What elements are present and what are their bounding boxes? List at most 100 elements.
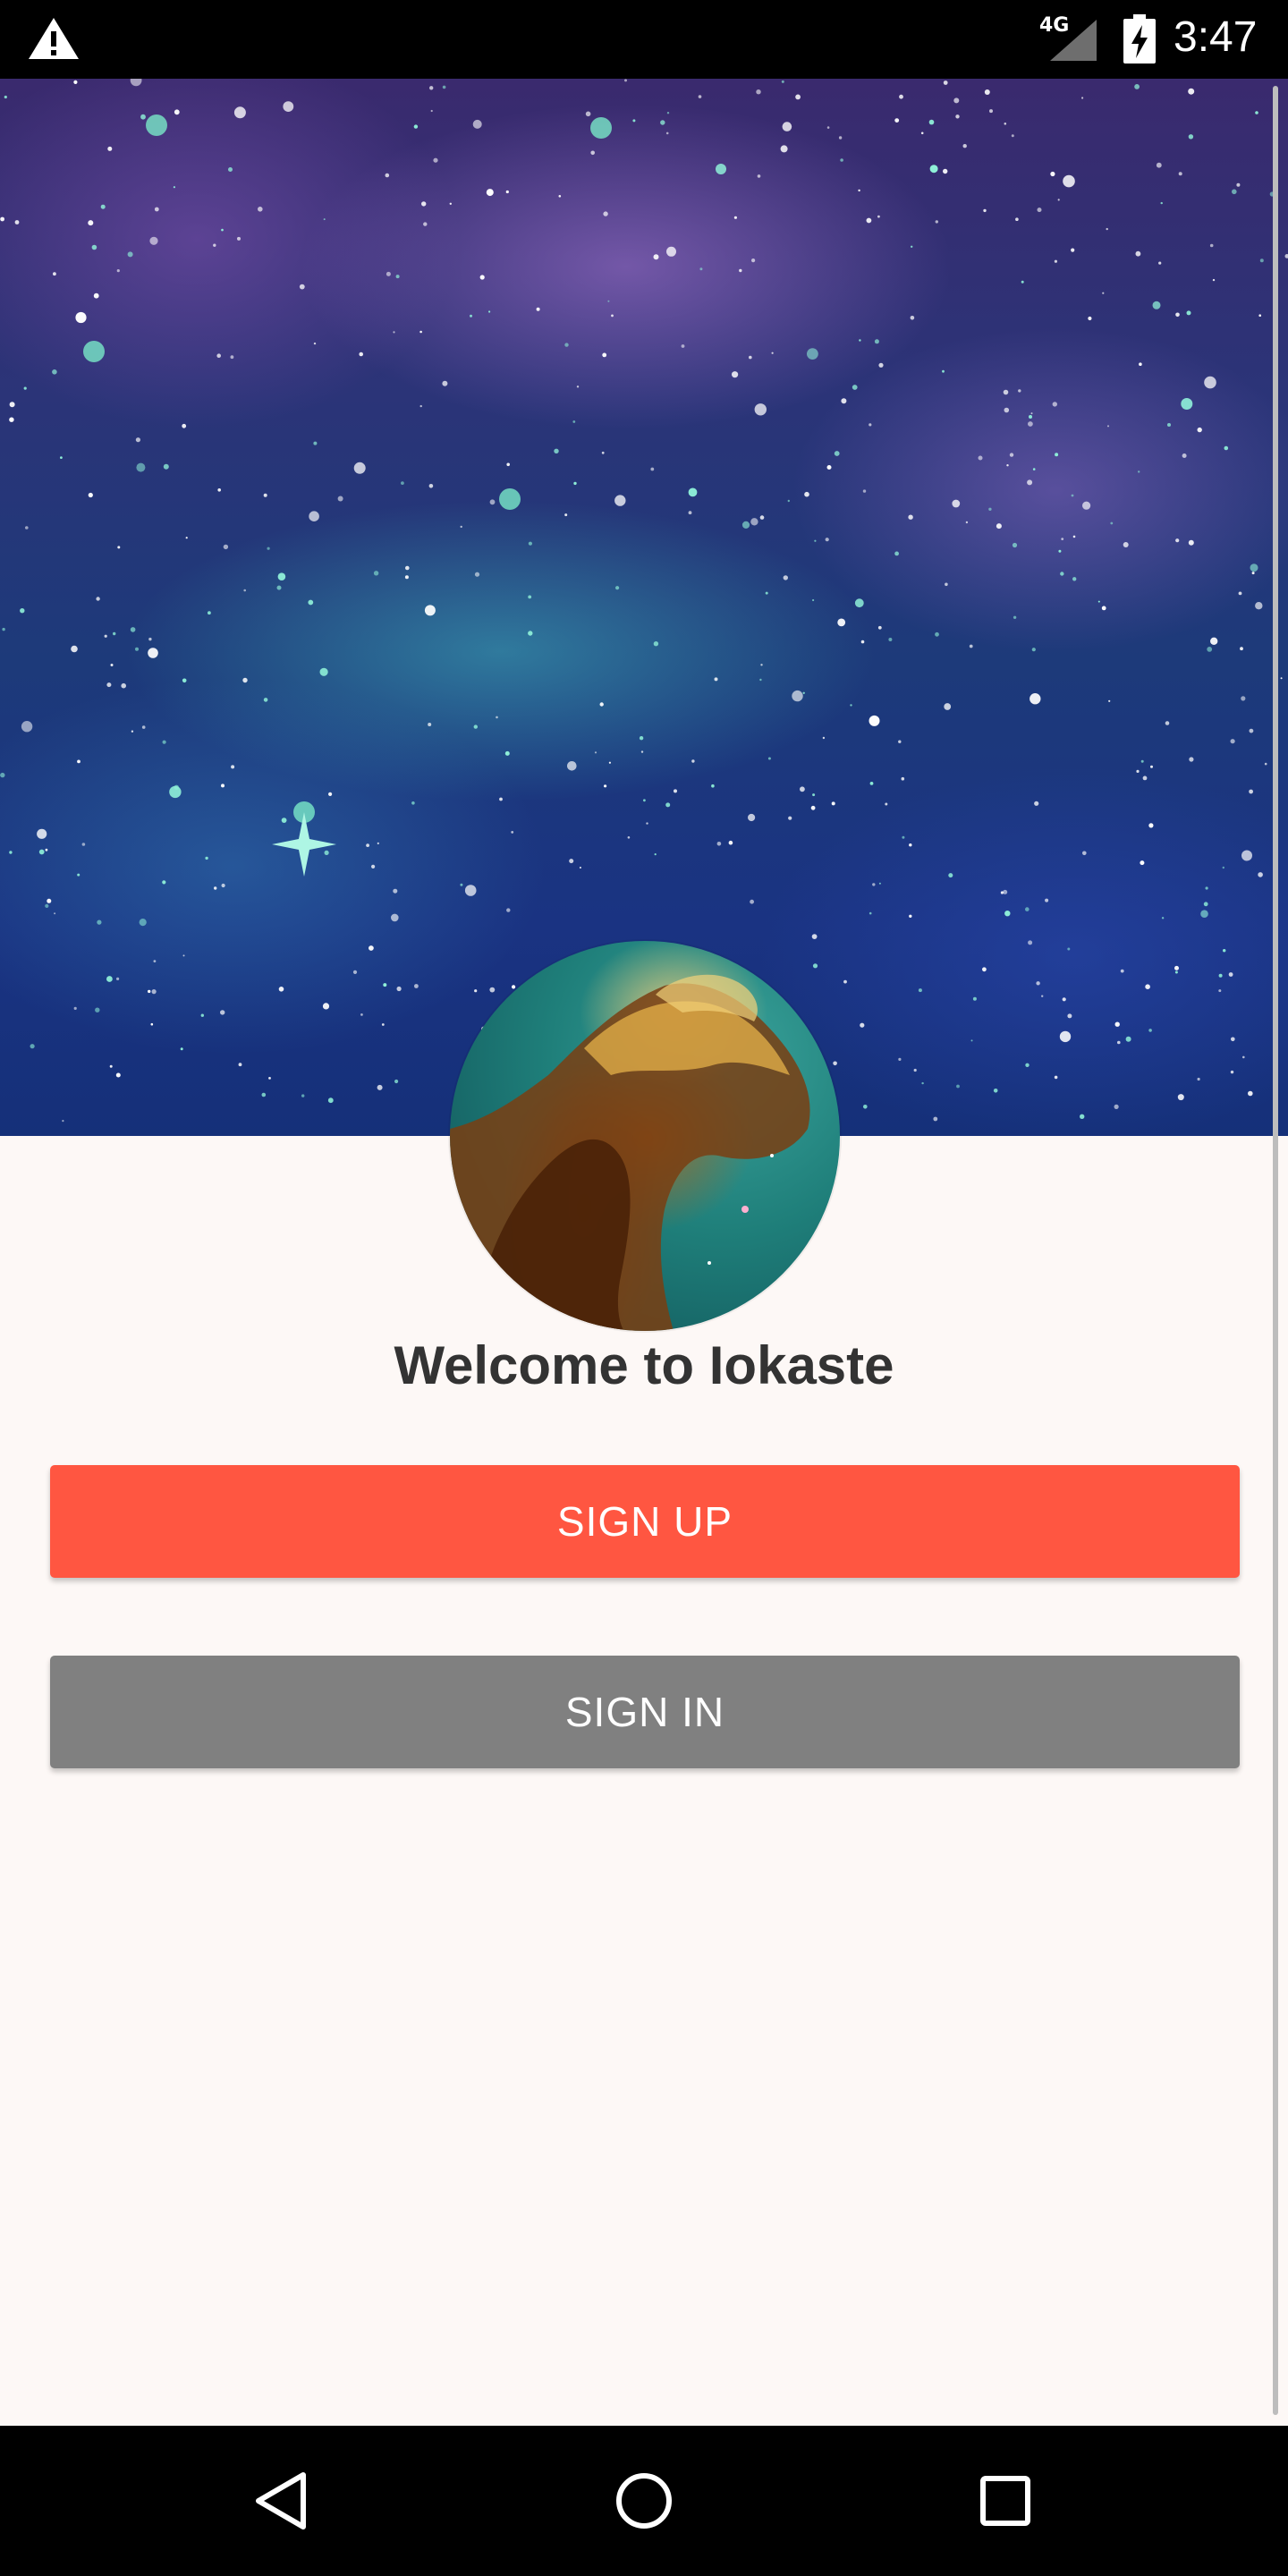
star	[1209, 243, 1214, 248]
star	[1102, 292, 1105, 294]
star	[666, 246, 676, 257]
star	[602, 352, 607, 358]
star	[814, 539, 817, 542]
star	[953, 97, 960, 104]
star	[711, 784, 715, 788]
star	[869, 911, 872, 915]
star	[978, 455, 983, 461]
star	[1204, 376, 1216, 389]
star	[371, 864, 376, 869]
star	[782, 122, 792, 131]
recents-button[interactable]	[961, 2456, 1050, 2546]
star	[77, 873, 80, 877]
star	[898, 1057, 902, 1061]
star	[1249, 789, 1253, 794]
star	[243, 589, 247, 592]
star	[1117, 1040, 1121, 1045]
star	[130, 627, 136, 632]
star	[97, 919, 102, 925]
star	[869, 423, 872, 427]
star	[106, 976, 113, 982]
star	[653, 641, 659, 647]
star	[843, 979, 847, 984]
star	[759, 515, 765, 520]
star	[1210, 637, 1218, 645]
star	[956, 1084, 960, 1089]
star	[1258, 872, 1263, 877]
star	[1107, 425, 1109, 428]
back-button[interactable]	[238, 2456, 327, 2546]
star	[1177, 1094, 1184, 1101]
star	[0, 216, 4, 222]
star	[313, 441, 318, 445]
star	[404, 575, 409, 580]
star	[1071, 248, 1075, 252]
star	[760, 664, 763, 666]
star	[983, 208, 987, 213]
star	[1030, 693, 1041, 705]
star	[780, 145, 788, 153]
star	[989, 109, 993, 114]
star	[834, 451, 840, 456]
star	[996, 523, 1002, 530]
star	[0, 772, 5, 778]
star	[1203, 902, 1208, 907]
star	[909, 843, 912, 847]
star	[433, 157, 438, 163]
star	[208, 611, 211, 615]
star	[395, 275, 400, 279]
star	[369, 945, 374, 951]
star	[268, 1077, 271, 1080]
star	[615, 586, 620, 590]
star	[1231, 1037, 1235, 1042]
star	[898, 740, 902, 743]
scrollbar[interactable]	[1273, 86, 1278, 2415]
star	[1212, 278, 1216, 282]
star	[733, 216, 738, 219]
star	[393, 888, 398, 894]
sign-in-button[interactable]: SIGN IN	[50, 1656, 1240, 1768]
sign-up-button[interactable]: SIGN UP	[50, 1465, 1240, 1578]
star	[1259, 258, 1264, 263]
star	[386, 271, 391, 276]
star	[1108, 699, 1111, 702]
star	[666, 112, 670, 114]
star	[1004, 407, 1010, 413]
star	[54, 912, 56, 915]
star	[767, 757, 771, 760]
star	[391, 913, 399, 922]
star	[1015, 217, 1019, 221]
star	[837, 618, 846, 627]
star	[140, 114, 146, 120]
star	[1230, 739, 1235, 744]
star	[1058, 549, 1062, 553]
star	[1101, 606, 1106, 611]
star	[151, 989, 157, 995]
star	[1059, 1030, 1072, 1043]
star	[223, 544, 229, 550]
star	[1067, 1013, 1072, 1019]
glow-star	[146, 114, 167, 136]
star	[221, 228, 224, 232]
star	[1145, 984, 1150, 989]
signal-icon	[1050, 20, 1097, 61]
star	[1028, 940, 1033, 945]
star	[1114, 1104, 1119, 1109]
star	[918, 988, 922, 993]
star	[1156, 162, 1162, 168]
star	[237, 236, 241, 241]
star	[1232, 189, 1237, 195]
star	[182, 423, 187, 428]
star	[838, 136, 843, 140]
star	[908, 514, 913, 520]
star	[1123, 542, 1129, 547]
star	[681, 344, 685, 348]
home-button[interactable]	[599, 2456, 689, 2546]
star	[569, 859, 574, 864]
star	[174, 109, 180, 115]
star	[115, 1072, 121, 1078]
star	[921, 1081, 924, 1085]
star	[486, 189, 494, 197]
star	[822, 736, 826, 740]
star	[624, 79, 627, 82]
